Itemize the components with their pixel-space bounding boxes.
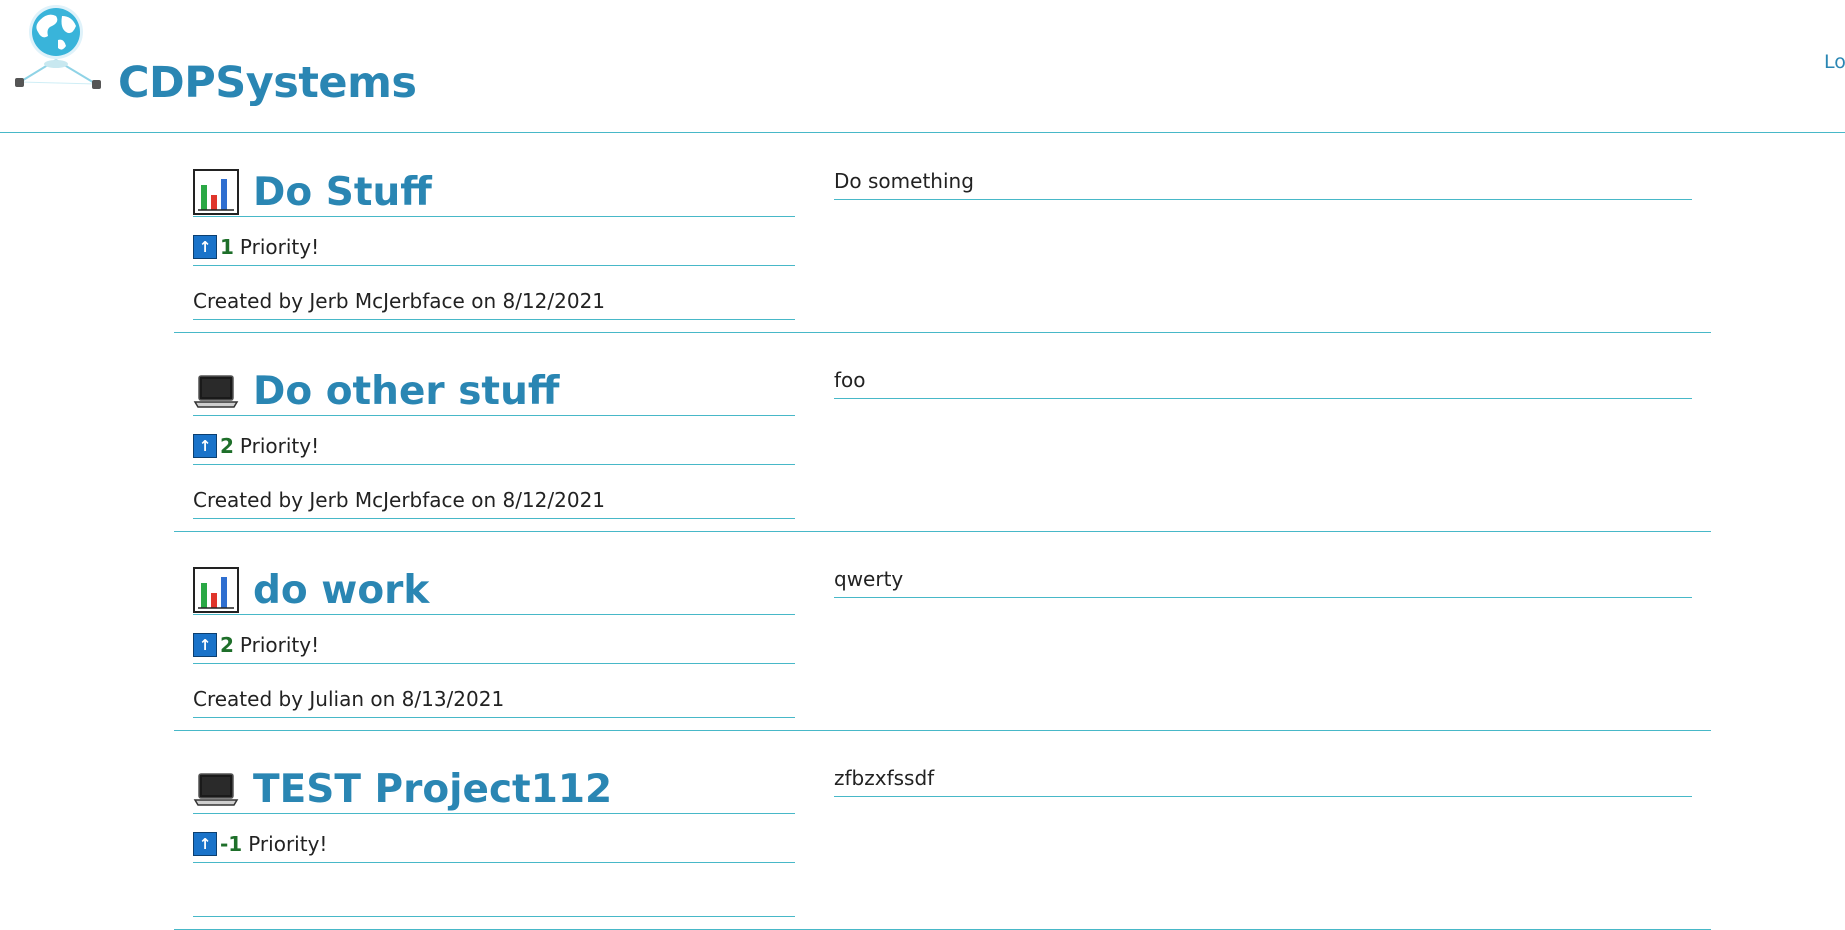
- priority-value: -1: [220, 832, 243, 856]
- project-title-link[interactable]: do work: [253, 568, 429, 613]
- project-card: Do Stuff ↑ 1 Priority! Created by Jerb M…: [174, 134, 1711, 333]
- priority-value: 1: [220, 235, 234, 259]
- laptop-icon: [193, 773, 239, 806]
- created-by: Created by Jerb McJerbface on 8/12/2021: [193, 283, 795, 320]
- priority-row: ↑ -1 Priority!: [193, 826, 795, 863]
- project-card: do work ↑ 2 Priority! Created by Julian …: [174, 532, 1711, 731]
- project-description: qwerty: [834, 564, 1692, 598]
- created-by: Created by Julian on 8/13/2021: [193, 681, 795, 718]
- priority-label: Priority!: [239, 235, 320, 259]
- project-title-link[interactable]: Do Stuff: [253, 170, 432, 215]
- project-title-link[interactable]: TEST Project112: [253, 767, 612, 812]
- created-by: [193, 880, 795, 917]
- project-description: Do something: [834, 166, 1692, 200]
- priority-label: Priority!: [239, 434, 320, 458]
- project-title-row: Do other stuff: [193, 367, 795, 416]
- login-link[interactable]: Lo: [1824, 51, 1845, 73]
- up-arrow-icon: ↑: [193, 434, 217, 458]
- priority-label: Priority!: [248, 832, 328, 856]
- bar-chart-icon: [193, 567, 239, 613]
- priority-row: ↑ 2 Priority!: [193, 428, 795, 465]
- project-title-row: TEST Project112: [193, 765, 795, 814]
- up-arrow-icon: ↑: [193, 832, 217, 856]
- up-arrow-icon: ↑: [193, 633, 217, 657]
- priority-row: ↑ 2 Priority!: [193, 627, 795, 664]
- priority-row: ↑ 1 Priority!: [193, 229, 795, 266]
- priority-value: 2: [220, 434, 234, 458]
- project-description: foo: [834, 365, 1692, 399]
- project-list: Do Stuff ↑ 1 Priority! Created by Jerb M…: [174, 134, 1711, 930]
- project-description: zfbzxfssdf: [834, 763, 1692, 797]
- priority-label: Priority!: [239, 633, 320, 657]
- project-title-row: do work: [193, 566, 795, 615]
- created-by: Created by Jerb McJerbface on 8/12/2021: [193, 482, 795, 519]
- project-card: Do other stuff ↑ 2 Priority! Created by …: [174, 333, 1711, 532]
- globe-logo-icon[interactable]: [6, 2, 106, 97]
- project-title-link[interactable]: Do other stuff: [253, 369, 559, 414]
- site-header: CDPSystems Lo: [0, 0, 1845, 133]
- brand-title[interactable]: CDPSystems: [118, 58, 417, 108]
- up-arrow-icon: ↑: [193, 235, 217, 259]
- project-card: TEST Project112 ↑ -1 Priority! zfbzxfssd…: [174, 731, 1711, 930]
- laptop-icon: [193, 375, 239, 408]
- project-title-row: Do Stuff: [193, 168, 795, 217]
- bar-chart-icon: [193, 169, 239, 215]
- priority-value: 2: [220, 633, 234, 657]
